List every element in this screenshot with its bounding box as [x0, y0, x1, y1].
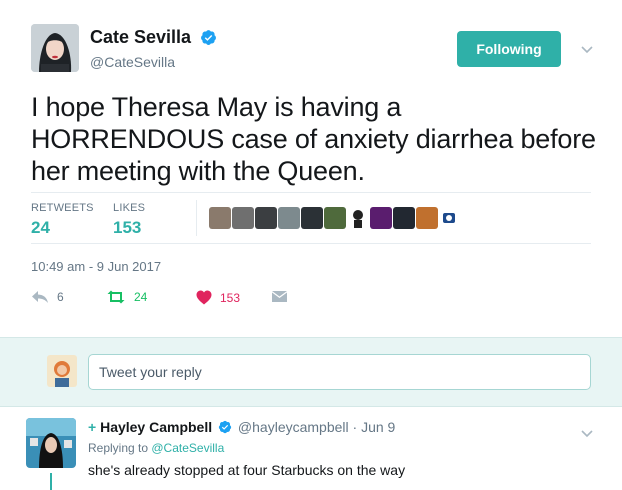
liker-avatar[interactable]	[393, 207, 415, 229]
tweet-stats: RETWEETS 24 LIKES 153	[31, 192, 591, 244]
liker-avatar[interactable]	[370, 207, 392, 229]
reply-header: + Hayley Campbell @hayleycampbell · Jun …	[88, 419, 395, 435]
liker-avatar[interactable]	[278, 207, 300, 229]
reply-input[interactable]	[88, 354, 591, 390]
liker-avatar[interactable]	[255, 207, 277, 229]
liker-avatar[interactable]	[301, 207, 323, 229]
following-button[interactable]: Following	[457, 31, 561, 67]
verified-badge-icon	[200, 30, 216, 45]
retweet-button[interactable]: 24	[106, 290, 147, 304]
envelope-icon	[272, 291, 287, 302]
liker-avatar[interactable]	[441, 210, 457, 226]
reply-button[interactable]: 6	[31, 290, 64, 304]
follow-plus[interactable]: +	[88, 419, 96, 435]
reply-author-handle-date[interactable]: @hayleycampbell · Jun 9	[238, 419, 395, 435]
author-name[interactable]: Cate Sevilla	[90, 27, 191, 48]
thread-line	[50, 473, 52, 490]
tweet-timestamp[interactable]: 10:49 am - 9 Jun 2017	[31, 259, 161, 274]
liker-avatar[interactable]	[416, 207, 438, 229]
reply-tweet: + Hayley Campbell @hayleycampbell · Jun …	[0, 407, 622, 490]
retweet-count: 24	[134, 290, 148, 304]
verified-badge-icon	[218, 420, 232, 434]
replying-to: Replying to @CateSevilla	[88, 441, 224, 455]
retweets-label: RETWEETS	[31, 202, 94, 214]
likes-stat[interactable]: LIKES 153	[113, 202, 145, 238]
tweet-text: I hope Theresa May is having a HORRENDOU…	[31, 92, 596, 186]
replying-prefix: Replying to	[88, 441, 152, 455]
likes-label: LIKES	[113, 202, 146, 214]
retweet-icon	[107, 290, 125, 304]
heart-icon	[196, 290, 212, 305]
reply-text: she's already stopped at four Starbucks …	[88, 462, 406, 478]
stats-divider	[196, 200, 197, 236]
tweet-card: Cate Sevilla @CateSevilla Following I ho…	[0, 0, 622, 337]
retweets-stat[interactable]: RETWEETS 24	[31, 202, 94, 238]
direct-message-button[interactable]	[271, 290, 288, 303]
avatar[interactable]	[31, 24, 79, 72]
author-handle[interactable]: @CateSevilla	[90, 54, 217, 70]
liker-avatar[interactable]	[324, 207, 346, 229]
reply-author-avatar[interactable]	[26, 418, 76, 468]
author-block: Cate Sevilla @CateSevilla	[90, 27, 217, 70]
current-user-avatar	[47, 355, 77, 387]
reply-count: 6	[57, 290, 64, 304]
reply-author-name[interactable]: Hayley Campbell	[100, 419, 212, 435]
liker-avatar[interactable]	[347, 207, 369, 229]
replying-to-link[interactable]: @CateSevilla	[151, 441, 224, 455]
liker-avatar[interactable]	[232, 207, 254, 229]
like-button[interactable]: 153	[196, 290, 240, 305]
chevron-down-icon[interactable]	[578, 424, 596, 442]
reply-icon	[32, 291, 48, 303]
liker-avatar[interactable]	[209, 207, 231, 229]
chevron-down-icon[interactable]	[578, 40, 596, 58]
retweets-count: 24	[31, 218, 50, 237]
like-count: 153	[220, 290, 241, 305]
reply-composer	[0, 337, 622, 407]
likes-count: 153	[113, 218, 142, 237]
